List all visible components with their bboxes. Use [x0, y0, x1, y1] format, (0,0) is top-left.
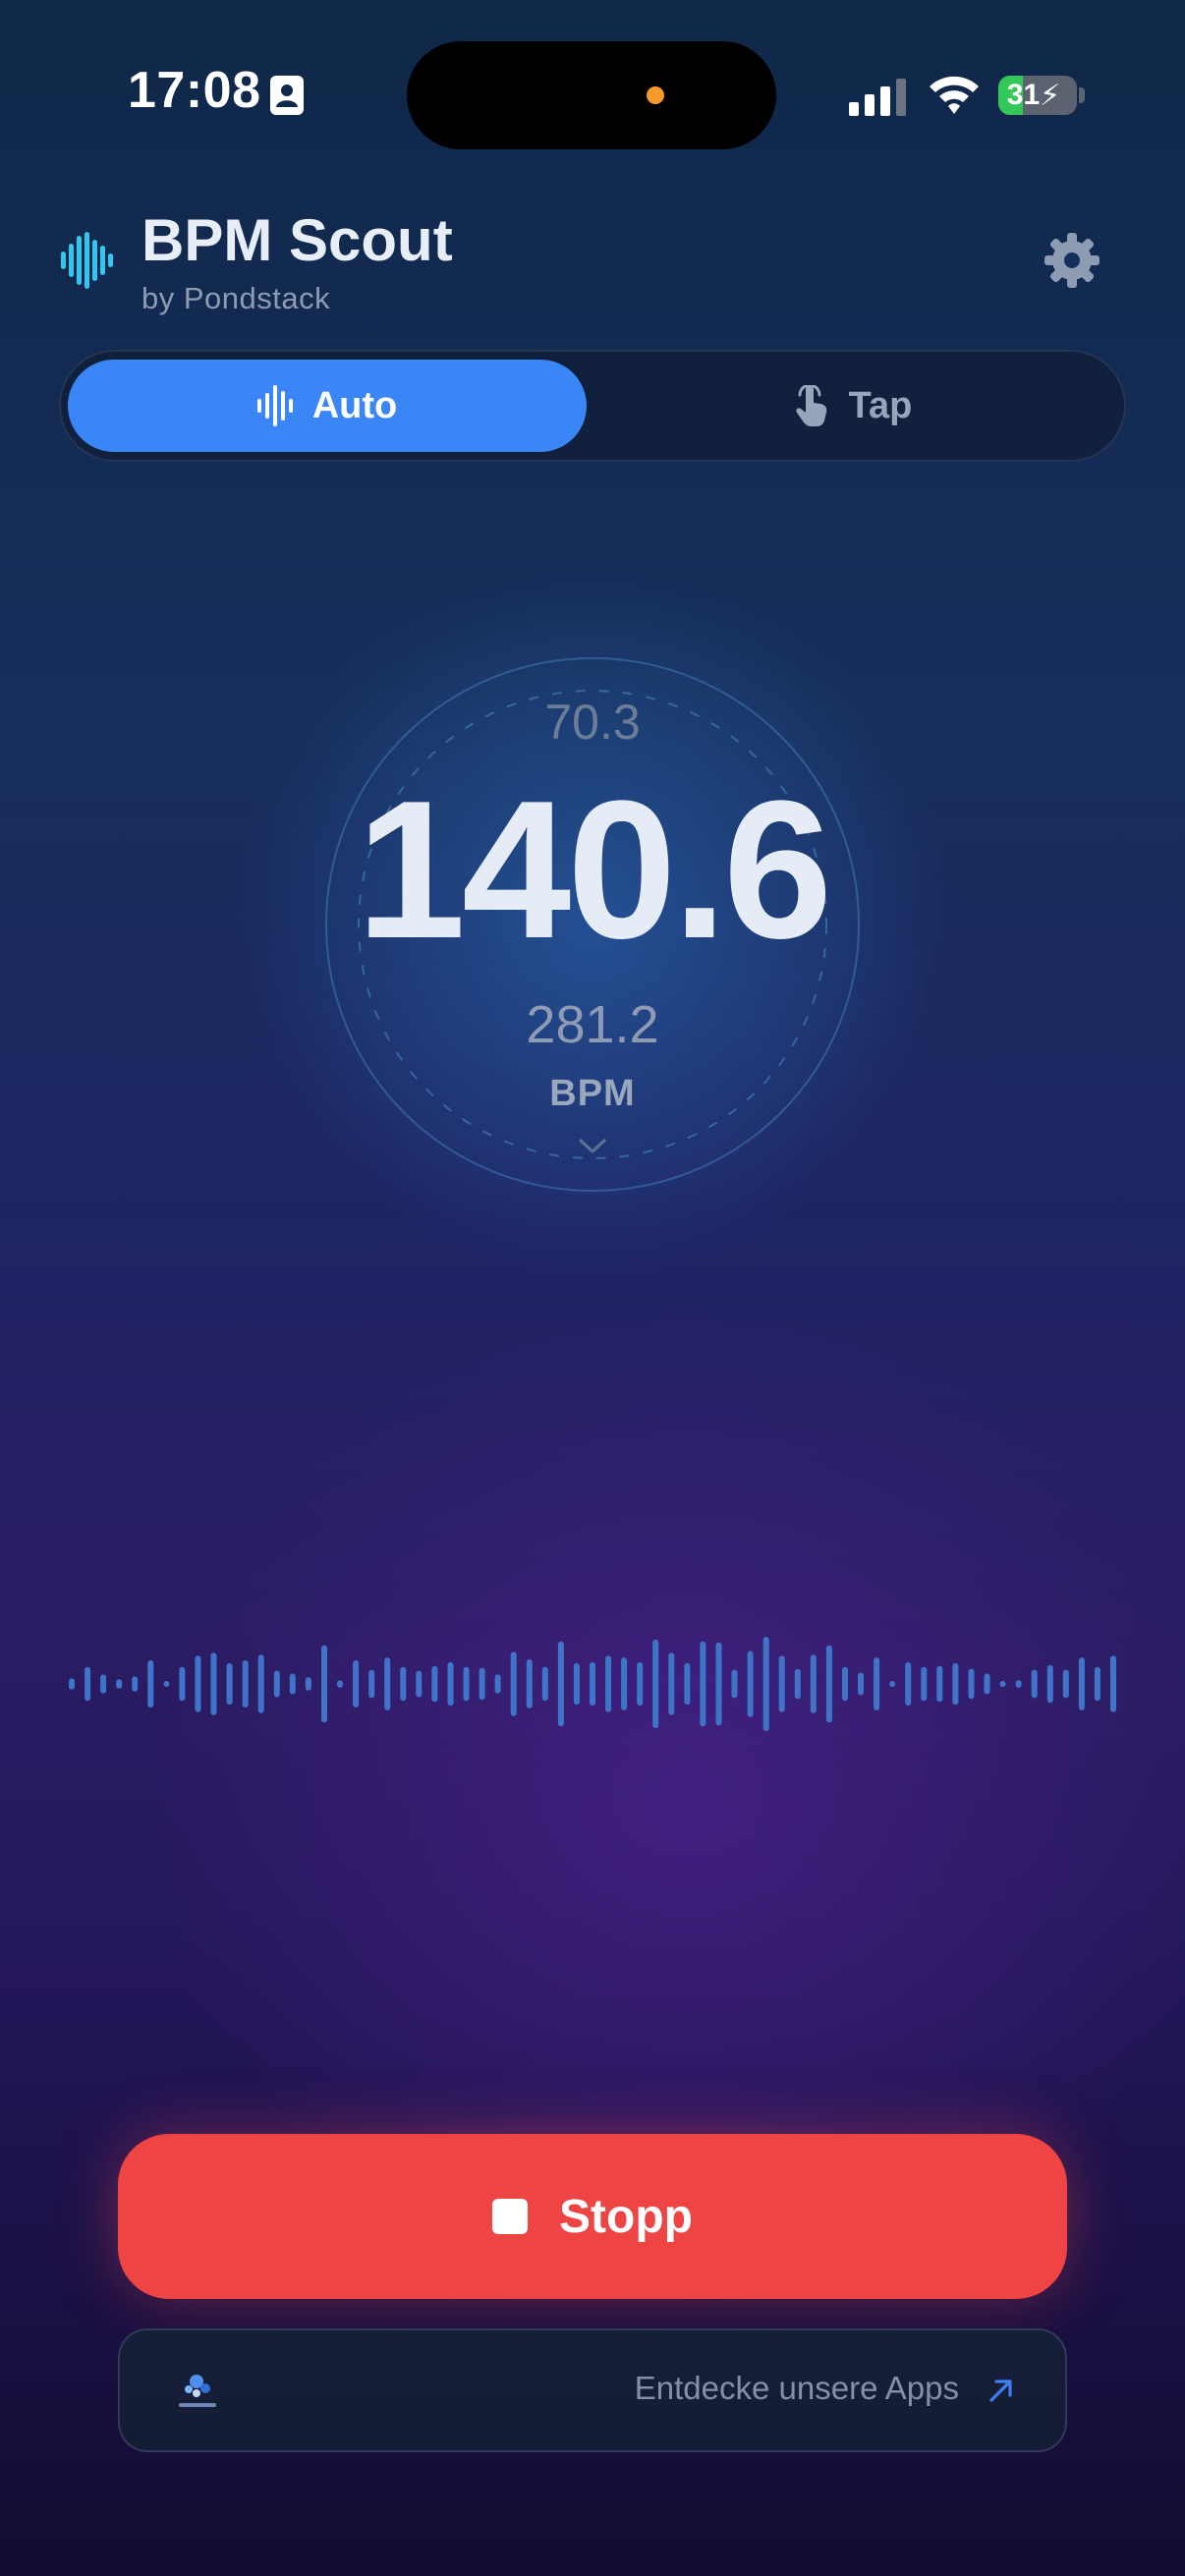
- chevron-down-icon[interactable]: [578, 1138, 607, 1155]
- waveform-bar: [952, 1662, 959, 1706]
- waveform-bar: [999, 1681, 1006, 1687]
- waveform-bar: [747, 1651, 754, 1717]
- waveform-bar: [510, 1652, 517, 1716]
- waveform-bar: [700, 1641, 706, 1727]
- waveform-bar: [147, 1660, 154, 1708]
- waveform-bar: [1015, 1680, 1022, 1688]
- waveform-bar: [794, 1668, 801, 1700]
- waveform-bar: [858, 1672, 864, 1696]
- waveform-bar: [715, 1642, 722, 1726]
- waveform-bar: [431, 1665, 438, 1703]
- discover-apps-label: Entdecke unsere Apps: [634, 2370, 959, 2406]
- waveform-bar: [305, 1677, 311, 1691]
- waveform-bar: [116, 1679, 123, 1689]
- tab-auto[interactable]: Auto: [68, 360, 587, 452]
- waveform-bar: [652, 1639, 659, 1729]
- waveform-bar: [226, 1662, 233, 1706]
- waveform-bar: [494, 1674, 501, 1694]
- stop-button[interactable]: Stopp: [118, 2134, 1067, 2299]
- waveform-bar: [889, 1681, 896, 1687]
- waveform-bar: [353, 1660, 360, 1708]
- contact-card-icon: [270, 76, 304, 115]
- waveform-bar: [968, 1668, 975, 1700]
- waveform-bar: [1062, 1669, 1069, 1699]
- waveform-bar: [69, 1678, 75, 1690]
- tap-hand-icon: [795, 385, 826, 426]
- waveform-bar: [684, 1662, 691, 1706]
- battery-percent: 31 ⚡: [1006, 79, 1061, 112]
- waveform-bar: [541, 1666, 548, 1702]
- waveform-bar: [242, 1660, 249, 1708]
- waveform-bar: [273, 1670, 280, 1698]
- cellular-signal-icon: [849, 79, 906, 116]
- waveform-bar: [257, 1654, 264, 1713]
- tab-tap[interactable]: Tap: [590, 360, 1116, 452]
- waveform-bar: [668, 1652, 675, 1715]
- bpm-double-value[interactable]: 281.2: [396, 994, 789, 1055]
- waveform-bar: [479, 1667, 485, 1701]
- stop-button-label: Stopp: [559, 2190, 693, 2243]
- status-time: 17:08: [128, 62, 261, 119]
- waveform-bar: [842, 1666, 848, 1702]
- audio-waveform: [69, 1637, 1116, 1731]
- waveform-bar: [321, 1645, 327, 1723]
- waveform-bar: [179, 1666, 186, 1702]
- waveform-bar: [384, 1657, 391, 1710]
- waveform-bar: [573, 1662, 580, 1706]
- waveform-bar: [210, 1652, 217, 1715]
- waveform-bar: [778, 1655, 785, 1712]
- waveform-bar: [463, 1666, 470, 1702]
- waveform-bar: [416, 1670, 423, 1698]
- app-subtitle: by Pondstack: [141, 281, 331, 315]
- waveform-bar: [400, 1666, 407, 1702]
- waveform-bar: [1031, 1669, 1038, 1699]
- bpm-main-value: 140.6: [356, 760, 833, 980]
- tab-tap-label: Tap: [848, 384, 913, 426]
- waveform-bar: [447, 1661, 454, 1707]
- waveform-bar: [874, 1657, 880, 1710]
- waveform-bar: [526, 1659, 533, 1708]
- mic-indicator-icon: [647, 86, 664, 104]
- waveform-bar: [557, 1641, 564, 1727]
- waveform-bar: [195, 1655, 201, 1712]
- arrow-up-right-icon: [989, 2380, 1012, 2402]
- waveform-bar: [905, 1661, 912, 1707]
- waveform-bar: [1046, 1664, 1053, 1704]
- waveform-bar: [1110, 1655, 1116, 1712]
- waveform-bar: [731, 1669, 738, 1699]
- waveform-bar: [1094, 1666, 1100, 1702]
- waveform-bar: [132, 1676, 139, 1692]
- waveform-bar: [984, 1673, 990, 1695]
- wifi-icon: [930, 76, 979, 114]
- waveform-bar: [590, 1661, 595, 1707]
- waveform-bar: [289, 1673, 296, 1695]
- battery-charging-icon: 31 ⚡: [998, 76, 1077, 115]
- waveform-bar: [825, 1645, 832, 1723]
- stop-square-icon: [492, 2199, 529, 2234]
- bpm-half-value[interactable]: 70.3: [396, 694, 789, 751]
- waveform-bar: [810, 1654, 817, 1713]
- waveform-bar: [605, 1655, 612, 1712]
- waveform-bar: [368, 1669, 375, 1699]
- waveform-bar: [921, 1666, 928, 1702]
- waveform-bar: [1078, 1657, 1085, 1710]
- app-title: BPM Scout: [141, 207, 453, 273]
- tab-auto-label: Auto: [311, 384, 398, 426]
- dynamic-island: [407, 41, 776, 149]
- gear-icon[interactable]: [1044, 232, 1100, 289]
- waveform-bar: [621, 1657, 628, 1710]
- waveform-logo-icon: [61, 232, 113, 289]
- waveform-bar: [637, 1661, 644, 1707]
- waveform-bar: [100, 1674, 107, 1694]
- battery-cap: [1079, 87, 1085, 103]
- pondstack-logo-icon: [179, 2375, 216, 2407]
- waveform-bar: [936, 1665, 943, 1703]
- bpm-unit-label: BPM: [549, 1073, 636, 1114]
- waveform-bar: [85, 1666, 91, 1702]
- waveform-bar: [337, 1680, 343, 1688]
- waveform-bar: [163, 1681, 170, 1687]
- waveform-icon: [256, 385, 293, 426]
- waveform-bar: [762, 1637, 769, 1731]
